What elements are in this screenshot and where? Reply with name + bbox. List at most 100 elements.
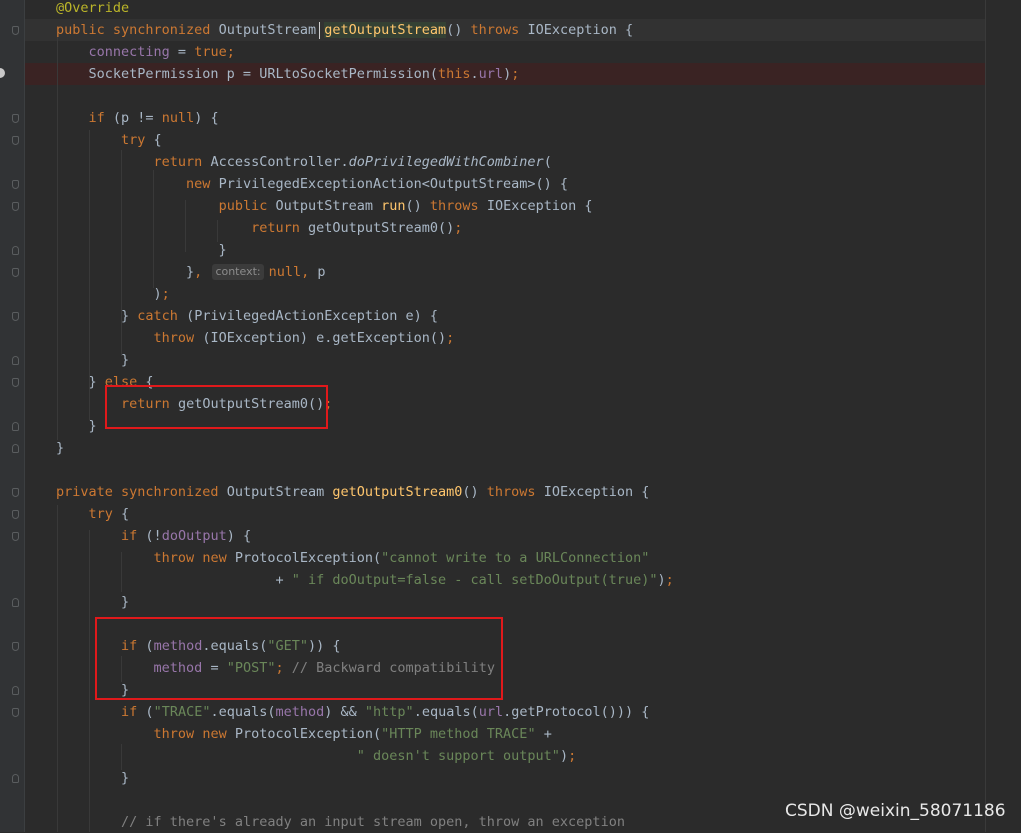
code-line[interactable]: if (p != null) { bbox=[56, 107, 219, 129]
code-token: ; bbox=[454, 220, 463, 236]
code-line[interactable]: } bbox=[56, 415, 97, 437]
text-caret bbox=[319, 22, 320, 39]
code-token: getOutputStream0() bbox=[307, 220, 455, 236]
fold-icon[interactable] bbox=[12, 642, 19, 651]
fold-icon[interactable] bbox=[12, 686, 19, 695]
highlight-box-return bbox=[105, 385, 328, 429]
fold-icon[interactable] bbox=[12, 488, 19, 497]
code-line[interactable]: // if there's already an input stream op… bbox=[56, 811, 625, 833]
code-line[interactable]: " doesn't support output"); bbox=[56, 745, 576, 767]
code-token: run bbox=[381, 198, 406, 214]
code-line[interactable]: connecting = true; bbox=[56, 41, 235, 63]
code-token: ) bbox=[657, 572, 666, 588]
code-token: catch bbox=[137, 308, 187, 324]
fold-icon[interactable] bbox=[12, 510, 19, 519]
fold-icon[interactable] bbox=[12, 422, 19, 431]
code-token: @Override bbox=[56, 0, 130, 16]
code-token: (IOException) e.getException() bbox=[202, 330, 447, 346]
code-token: throw new bbox=[153, 726, 235, 742]
fold-icon[interactable] bbox=[12, 444, 19, 453]
code-token: (p != bbox=[112, 110, 162, 126]
code-token: PrivilegedExceptionAction<OutputStream>(… bbox=[218, 176, 569, 192]
fold-icon[interactable] bbox=[12, 246, 19, 255]
code-line[interactable]: try { bbox=[56, 129, 162, 151]
code-line[interactable]: throw (IOException) e.getException(); bbox=[56, 327, 455, 349]
fold-icon[interactable] bbox=[12, 774, 19, 783]
code-line[interactable]: } catch (PrivilegedActionException e) { bbox=[56, 305, 438, 327]
code-token: ) bbox=[503, 66, 512, 82]
code-token: SocketPermission p = URLtoSocketPermissi… bbox=[56, 66, 439, 82]
code-line[interactable]: + " if doOutput=false - call setDoOutput… bbox=[56, 569, 673, 591]
code-line[interactable]: throw new ProtocolException("HTTP method… bbox=[56, 723, 552, 745]
fold-icon[interactable] bbox=[12, 136, 19, 145]
code-token: p bbox=[317, 264, 326, 280]
code-line[interactable]: try { bbox=[56, 503, 130, 525]
fold-icon[interactable] bbox=[12, 356, 19, 365]
fold-icon[interactable] bbox=[12, 708, 19, 717]
code-token: { bbox=[121, 506, 130, 522]
fold-icon[interactable] bbox=[12, 202, 19, 211]
code-line[interactable]: } bbox=[56, 437, 64, 459]
code-token: " doesn't support output" bbox=[356, 748, 560, 764]
code-token: } bbox=[56, 308, 138, 324]
code-line[interactable]: @Override bbox=[56, 0, 129, 19]
code-line[interactable]: ); bbox=[56, 283, 170, 305]
code-line[interactable]: new PrivilegedExceptionAction<OutputStre… bbox=[56, 173, 568, 195]
code-token: IOException { bbox=[543, 484, 650, 500]
right-margin-guide bbox=[985, 0, 986, 832]
code-token: try bbox=[121, 132, 154, 148]
code-line[interactable]: public OutputStream run() throws IOExcep… bbox=[56, 195, 593, 217]
code-line[interactable]: if (!doOutput) { bbox=[56, 525, 251, 547]
code-token: OutputStream bbox=[275, 198, 382, 214]
code-line[interactable]: private synchronized OutputStream getOut… bbox=[56, 481, 649, 503]
code-token: null, bbox=[268, 264, 318, 280]
fold-icon[interactable] bbox=[12, 268, 19, 277]
code-token: "HTTP method TRACE" bbox=[381, 726, 536, 742]
fold-icon[interactable] bbox=[12, 180, 19, 189]
code-token: try bbox=[88, 506, 122, 522]
code-token: ) { bbox=[226, 528, 252, 544]
code-token: .getProtocol())) { bbox=[503, 704, 650, 720]
code-line[interactable]: return getOutputStream0(); bbox=[56, 217, 462, 239]
code-token: AccessController. bbox=[210, 154, 349, 170]
code-token: throws bbox=[470, 22, 528, 38]
code-token: // if there's already an input stream op… bbox=[121, 814, 625, 830]
fold-icon[interactable] bbox=[12, 26, 19, 35]
code-token: ProtocolException( bbox=[234, 550, 382, 566]
code-line[interactable]: } bbox=[56, 767, 129, 789]
code-line[interactable]: } bbox=[56, 349, 129, 371]
fold-icon[interactable] bbox=[12, 312, 19, 321]
code-token: { bbox=[153, 132, 162, 148]
code-token: () bbox=[462, 484, 487, 500]
code-line[interactable]: public synchronized OutputStream getOutp… bbox=[56, 19, 633, 41]
code-token: , bbox=[194, 264, 211, 280]
code-line[interactable]: } bbox=[56, 591, 129, 613]
fold-icon[interactable] bbox=[12, 114, 19, 123]
parameter-hint: context: bbox=[212, 264, 264, 280]
code-token: true; bbox=[194, 44, 235, 60]
fold-icon[interactable] bbox=[12, 378, 19, 387]
code-token: OutputStream bbox=[218, 22, 325, 38]
code-line[interactable]: } bbox=[56, 239, 227, 261]
code-line[interactable]: SocketPermission p = URLtoSocketPermissi… bbox=[56, 63, 520, 85]
code-token: getOutputStream bbox=[324, 22, 447, 38]
code-token: doPrivilegedWithCombiner bbox=[348, 154, 544, 170]
fold-icon[interactable] bbox=[12, 532, 19, 541]
code-line[interactable]: if ("TRACE".equals(method) && "http".equ… bbox=[56, 701, 649, 723]
code-token: (! bbox=[145, 528, 162, 544]
code-line[interactable]: }, context: null, p bbox=[56, 261, 326, 283]
code-line[interactable]: return AccessController.doPrivilegedWith… bbox=[56, 151, 552, 173]
code-token: if bbox=[121, 704, 146, 720]
code-line[interactable]: throw new ProtocolException("cannot writ… bbox=[56, 547, 650, 569]
code-token: } bbox=[56, 374, 105, 390]
fold-icon[interactable] bbox=[12, 598, 19, 607]
code-token: } bbox=[56, 242, 227, 258]
code-token: return bbox=[251, 220, 308, 236]
code-token: public synchronized bbox=[56, 22, 219, 38]
code-token: ProtocolException( bbox=[234, 726, 382, 742]
code-token: public bbox=[218, 198, 276, 214]
